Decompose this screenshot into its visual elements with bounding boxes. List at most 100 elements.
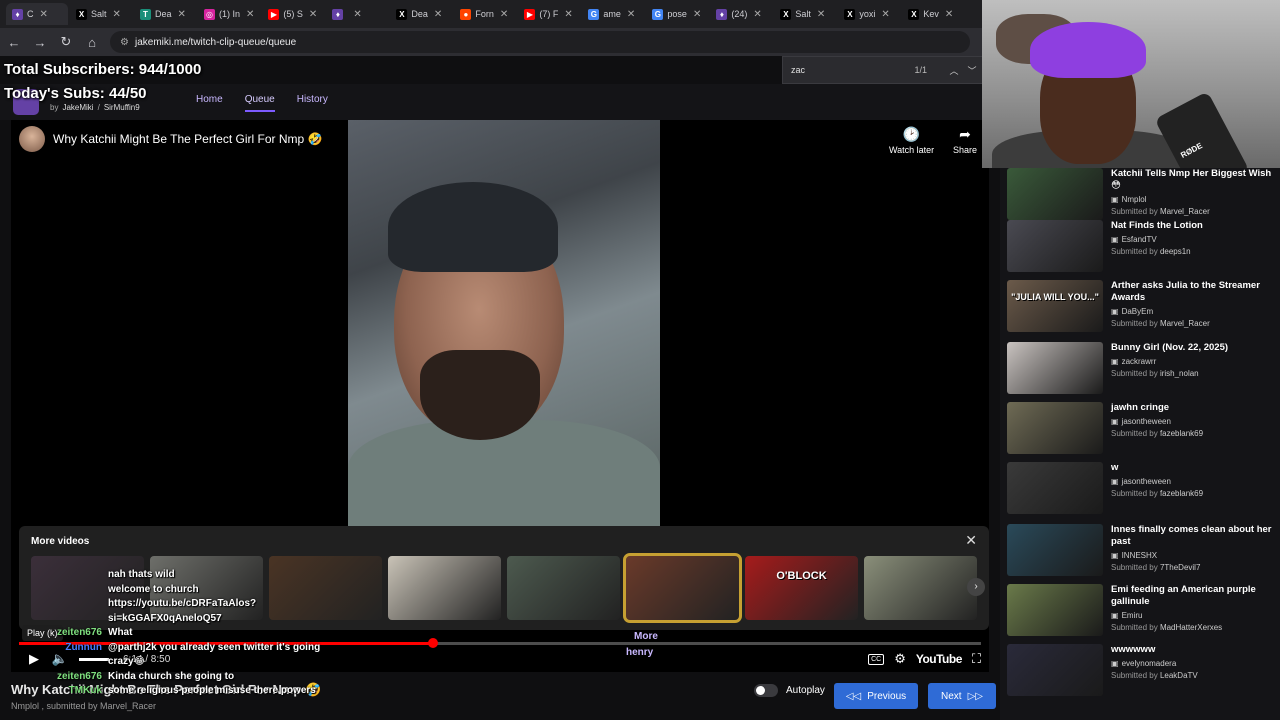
captions-icon[interactable]: CC [868, 653, 885, 665]
tab-close-icon[interactable]: ✕ [500, 9, 508, 20]
queue-thumbnail[interactable] [1007, 342, 1103, 394]
tab-close-icon[interactable]: ✕ [434, 9, 442, 20]
nav-history[interactable]: History [297, 94, 328, 112]
tab-close-icon[interactable]: ✕ [309, 9, 317, 20]
channel-avatar[interactable] [19, 126, 45, 152]
nav-queue[interactable]: Queue [244, 94, 275, 112]
tab-close-icon[interactable]: ✕ [817, 9, 825, 20]
previous-button[interactable]: ◁◁ Previous [834, 683, 918, 709]
queue-item-title[interactable]: Bunny Girl (Nov. 22, 2025) [1111, 342, 1228, 354]
queue-item[interactable]: "JULIA WILL YOU..." Arther asks Julia to … [1007, 280, 1277, 340]
queue-item[interactable]: Emi feeding an American purple gallinule… [1007, 584, 1277, 644]
next-button[interactable]: Next ▷▷ [928, 683, 996, 709]
queue-thumbnail[interactable] [1007, 168, 1103, 220]
queue-item-title[interactable]: w [1111, 462, 1203, 474]
find-input[interactable]: zac [791, 65, 805, 75]
browser-tab[interactable]: ◎ (1) In ✕ [198, 3, 260, 25]
queue-item-submitter: Submitted by MadHatterXerxes [1111, 623, 1277, 632]
site-info-icon[interactable]: ⚙ [120, 37, 129, 48]
tab-close-icon[interactable]: ✕ [564, 9, 572, 20]
browser-tab[interactable]: X Kev ✕ [902, 3, 964, 25]
more-video-thumbnail[interactable] [388, 556, 501, 620]
queue-item-title[interactable]: Emi feeding an American purple gallinule [1111, 584, 1277, 608]
browser-tab[interactable]: ♦ C ✕ [6, 3, 68, 25]
chat-username[interactable]: zeiten676 [30, 670, 102, 685]
queue-item-title[interactable]: Nat Finds the Lotion [1111, 220, 1203, 232]
chat-username[interactable] [30, 583, 102, 598]
queue-thumbnail[interactable] [1007, 584, 1103, 636]
video-frame[interactable] [348, 120, 660, 526]
find-prev-icon[interactable]: ︿ [945, 64, 963, 77]
tab-close-icon[interactable]: ✕ [178, 9, 186, 20]
close-icon[interactable]: ✕ [965, 532, 977, 549]
tab-close-icon[interactable]: ✕ [353, 9, 361, 20]
queue-item-title[interactable]: Katchii Tells Nmp Her Biggest Wish 😳 [1111, 168, 1277, 192]
chat-username[interactable]: Zunnun [30, 641, 102, 670]
more-video-thumbnail[interactable] [507, 556, 620, 620]
queue-thumbnail[interactable] [1007, 462, 1103, 514]
find-next-icon[interactable]: ﹀ [963, 64, 981, 77]
tab-close-icon[interactable]: ✕ [693, 9, 701, 20]
browser-tab[interactable]: ▶ (5) S ✕ [262, 3, 324, 25]
browser-tab[interactable]: T Dea ✕ [134, 3, 196, 25]
queue-thumbnail[interactable] [1007, 220, 1103, 272]
autoplay-toggle[interactable]: Autoplay [754, 684, 825, 697]
tab-close-icon[interactable]: ✕ [945, 9, 953, 20]
browser-tab[interactable]: ● Forn ✕ [454, 3, 516, 25]
queue-thumbnail[interactable] [1007, 644, 1103, 696]
chat-username[interactable] [30, 597, 102, 626]
queue-item[interactable]: Innes finally comes clean about her past… [1007, 524, 1277, 584]
queue-thumbnail[interactable] [1007, 524, 1103, 576]
browser-tab[interactable]: X Dea ✕ [390, 3, 452, 25]
browser-tab[interactable]: ▶ (7) F ✕ [518, 3, 580, 25]
autoplay-switch[interactable] [754, 684, 778, 697]
queue-thumbnail[interactable]: "JULIA WILL YOU..." [1007, 280, 1103, 332]
share-button[interactable]: ➦ Share [953, 126, 977, 155]
queue-item[interactable]: Bunny Girl (Nov. 22, 2025) ▣ zackrawrr Subm… [1007, 342, 1277, 402]
queue-item[interactable]: jawhn cringe ▣ jasontheween Submitted by fa… [1007, 402, 1277, 462]
forward-icon[interactable]: → [28, 30, 52, 54]
queue-item[interactable]: Nat Finds the Lotion ▣ EsfandTV Submitted b… [1007, 220, 1277, 280]
author-sirmuffin[interactable]: SirMuffin9 [104, 103, 140, 112]
browser-tab[interactable]: Xyoxi ✕ [838, 3, 900, 25]
queue-thumbnail[interactable] [1007, 402, 1103, 454]
nav-home[interactable]: Home [196, 94, 223, 112]
chat-username[interactable]: TMKuk [30, 684, 102, 699]
queue-item[interactable]: w ▣ jasontheween Submitted by fazeblank69 [1007, 462, 1277, 522]
browser-tab[interactable]: Gpose ✕ [646, 3, 708, 25]
tab-close-icon[interactable]: ✕ [40, 9, 48, 20]
tab-close-icon[interactable]: ✕ [246, 9, 254, 20]
chevron-right-icon[interactable]: › [967, 578, 985, 596]
player-title[interactable]: Why Katchii Might Be The Perfect Girl Fo… [53, 132, 322, 146]
fullscreen-icon[interactable]: ⛶ [972, 651, 981, 667]
queue-item-title[interactable]: Innes finally comes clean about her past [1111, 524, 1277, 548]
tab-close-icon[interactable]: ✕ [627, 9, 635, 20]
queue-item-title[interactable]: jawhn cringe [1111, 402, 1203, 414]
find-bar[interactable]: zac 1/1 ︿ ﹀ [782, 56, 990, 84]
chat-username[interactable] [30, 568, 102, 583]
browser-tab[interactable]: Game ✕ [582, 3, 644, 25]
queue-item[interactable]: Katchii Tells Nmp Her Biggest Wish 😳 ▣ Nmp… [1007, 168, 1277, 228]
tab-close-icon[interactable]: ✕ [881, 9, 889, 20]
browser-tab[interactable]: ♦ (24) ✕ [710, 3, 772, 25]
address-bar[interactable]: ⚙ jakemiki.me/twitch-clip-queue/queue [110, 31, 970, 53]
more-video-thumbnail[interactable] [623, 553, 742, 623]
more-video-thumbnail[interactable]: O'BLOCK [745, 556, 858, 620]
browser-tab[interactable]: X Salt ✕ [774, 3, 836, 25]
queue-item[interactable]: wwwwww ▣ evelynomadera Submitted by LeakDaT… [1007, 644, 1277, 704]
tab-close-icon[interactable]: ✕ [113, 9, 121, 20]
author-jakemiki[interactable]: JakeMiki [62, 103, 93, 112]
home-icon[interactable]: ⌂ [80, 30, 104, 54]
chat-username[interactable]: zeiten676 [30, 626, 102, 641]
youtube-logo[interactable]: YouTube [916, 652, 963, 666]
back-icon[interactable]: ← [2, 30, 26, 54]
tab-close-icon[interactable]: ✕ [753, 9, 761, 20]
reload-icon[interactable]: ↻ [54, 30, 78, 54]
queue-item-title[interactable]: Arther asks Julia to the Streamer Awards [1111, 280, 1277, 304]
watch-later-button[interactable]: 🕑 Watch later [889, 126, 934, 155]
queue-item-title[interactable]: wwwwww [1111, 644, 1198, 656]
browser-tab[interactable]: X Salt ✕ [70, 3, 132, 25]
settings-gear-icon[interactable]: ⚙ [894, 651, 906, 667]
browser-tab[interactable]: ♦ ✕ [326, 3, 388, 25]
more-video-thumbnail[interactable] [864, 556, 977, 620]
